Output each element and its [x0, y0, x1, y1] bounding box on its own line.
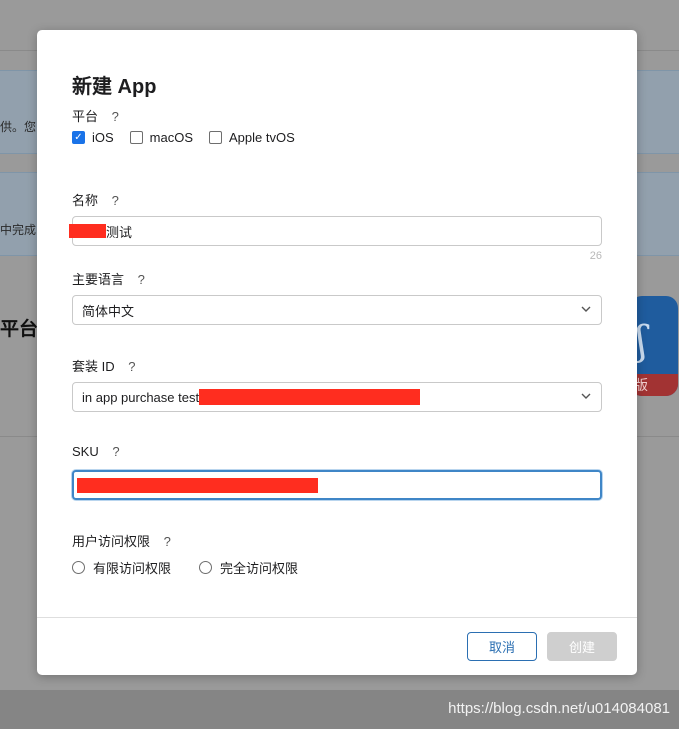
- bundle-id-label-text: 套装 ID: [72, 359, 115, 374]
- watermark: https://blog.csdn.net/u014084081: [448, 700, 670, 717]
- name-input-value: 测试: [106, 224, 133, 240]
- swoosh-icon: ʃ: [636, 318, 647, 364]
- name-label: 名称 ?: [72, 190, 119, 209]
- primary-language-select[interactable]: 简体中文: [72, 295, 602, 325]
- user-access-options: 有限访问权限 完全访问权限: [72, 558, 326, 577]
- checkbox-macos[interactable]: [129, 131, 143, 144]
- primary-language-label-text: 主要语言: [72, 272, 125, 287]
- dialog-title: 新建 App: [72, 76, 157, 98]
- primary-language-help-icon[interactable]: ?: [138, 272, 145, 287]
- platform-options: ✓ iOS macOS Apple tvOS: [72, 130, 311, 145]
- sku-help-icon[interactable]: ?: [112, 444, 119, 459]
- user-access-label-text: 用户访问权限: [72, 534, 151, 549]
- platform-label-text: 平台: [72, 109, 99, 124]
- footer-divider: [37, 617, 637, 618]
- user-access-help-icon[interactable]: ?: [164, 534, 171, 549]
- background-app-icon: ʃ 版: [630, 296, 678, 396]
- chevron-down-icon: [581, 393, 591, 399]
- radio-full-access-label[interactable]: 完全访问权限: [220, 558, 298, 577]
- checkbox-macos-label[interactable]: macOS: [150, 130, 193, 145]
- background-text-fragment: 供。您: [0, 120, 37, 134]
- app-icon-ribbon: 版: [630, 374, 678, 396]
- new-app-dialog: 新建 App 平台 ? ✓ iOS macOS Apple tvOS 名称 ? …: [37, 30, 637, 675]
- bundle-id-value: in app purchase test: [82, 389, 200, 405]
- name-input[interactable]: 测试: [69, 216, 602, 246]
- radio-limited-access-label[interactable]: 有限访问权限: [93, 558, 171, 577]
- chevron-down-icon: [581, 306, 591, 312]
- platform-help-icon[interactable]: ?: [112, 109, 119, 124]
- redacted-text: [69, 224, 106, 238]
- background-heading: 平台: [0, 319, 39, 340]
- platform-label: 平台 ?: [72, 106, 119, 125]
- sku-input[interactable]: [72, 470, 602, 500]
- user-access-label: 用户访问权限 ?: [72, 531, 171, 550]
- radio-limited-access[interactable]: [72, 561, 85, 574]
- redacted-text: [77, 477, 318, 493]
- radio-full-access[interactable]: [199, 561, 213, 574]
- sku-label-text: SKU: [72, 444, 99, 459]
- background-text-fragment: 中完成: [0, 223, 37, 237]
- name-label-text: 名称: [72, 193, 99, 208]
- checkbox-apple-tvos[interactable]: [209, 131, 223, 144]
- name-help-icon[interactable]: ?: [112, 193, 119, 208]
- primary-language-label: 主要语言 ?: [72, 269, 145, 288]
- redacted-text: [199, 389, 421, 405]
- bundle-id-select[interactable]: in app purchase test: [72, 382, 602, 412]
- create-button[interactable]: 创建: [547, 632, 617, 661]
- name-char-count: 26: [589, 250, 602, 262]
- bundle-id-help-icon[interactable]: ?: [128, 359, 135, 374]
- checkbox-ios-label[interactable]: iOS: [92, 130, 114, 145]
- checkbox-apple-tvos-label[interactable]: Apple tvOS: [229, 130, 295, 145]
- cancel-button[interactable]: 取消: [467, 632, 537, 661]
- checkbox-ios[interactable]: ✓: [72, 131, 85, 144]
- bundle-id-label: 套装 ID ?: [72, 356, 135, 375]
- primary-language-value: 简体中文: [82, 303, 135, 319]
- sku-label: SKU ?: [72, 444, 120, 459]
